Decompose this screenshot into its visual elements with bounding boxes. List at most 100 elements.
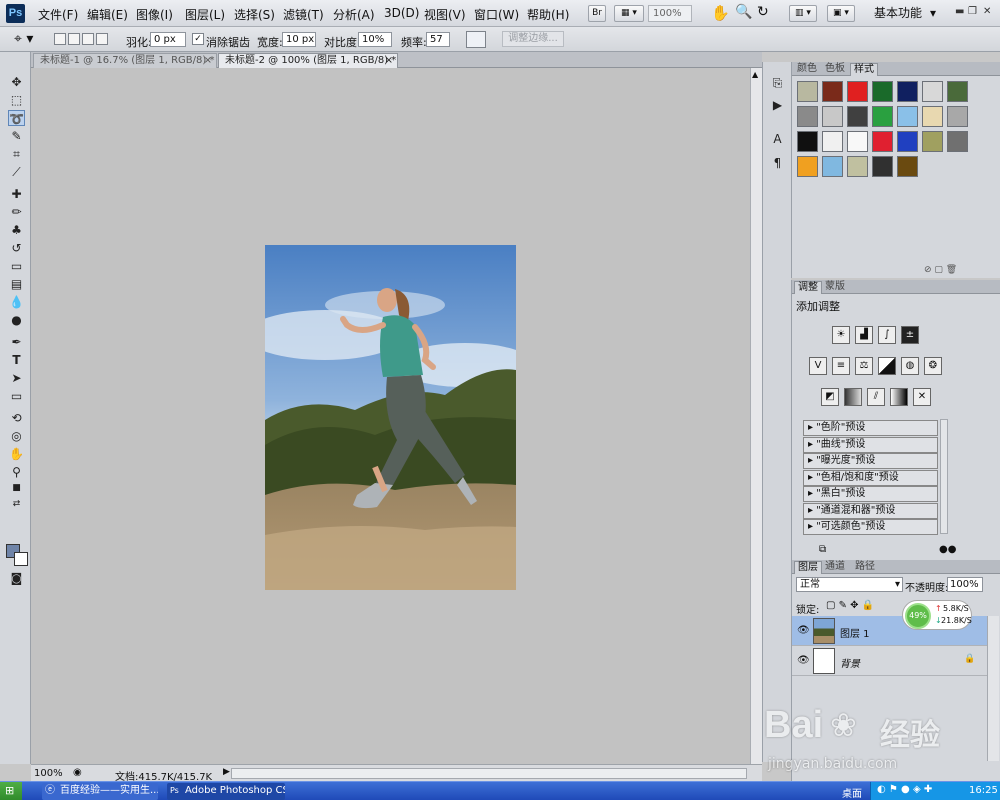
type-tool-icon[interactable]: T	[8, 352, 25, 368]
zoom-readout[interactable]: 100%	[34, 768, 63, 779]
rectangle-tool-icon[interactable]: ▭	[8, 388, 25, 404]
menu-filter[interactable]: 滤镜(T)	[283, 6, 324, 23]
taskbar-item-browser[interactable]: ⓔ 百度经验——实用生...	[42, 783, 158, 800]
opacity-input[interactable]: 100%	[947, 577, 983, 592]
lock-icons[interactable]: ▢ ✎ ✥ 🔒	[826, 600, 874, 611]
tab-document-2[interactable]: 未标题-2 @ 100% (图层 1, RGB/8) * ×	[218, 53, 398, 68]
horizontal-scrollbar[interactable]	[231, 768, 747, 779]
character-icon[interactable]: A	[771, 132, 784, 146]
tab-masks[interactable]: 蒙版	[822, 281, 848, 294]
menu-window[interactable]: 窗口(W)	[474, 6, 519, 23]
invert-icon[interactable]: ◩	[821, 388, 839, 406]
tab-layers[interactable]: 图层	[794, 561, 822, 574]
gradient-map-icon[interactable]	[890, 388, 908, 406]
tab-channels[interactable]: 通道	[822, 561, 848, 574]
hue-saturation-icon[interactable]: ≡	[832, 357, 850, 375]
screen-mode-button[interactable]: ▣ ▾	[827, 5, 855, 22]
swap-colors-icon[interactable]: ■ ⇄	[8, 480, 25, 509]
play-icon[interactable]: ▶	[223, 767, 230, 777]
quick-selection-icon[interactable]: ✎	[8, 128, 25, 144]
layer-row-2[interactable]: 👁 背景 🔒	[792, 646, 987, 676]
preset-item[interactable]: ▸ "色阶"预设	[803, 420, 938, 436]
style-swatch[interactable]	[872, 81, 893, 102]
preset-item[interactable]: ▸ "色相/饱和度"预设	[803, 469, 938, 486]
tray-icons[interactable]: ◐ ⚑ ● ◈ ✚	[877, 784, 932, 795]
minimize-icon[interactable]: ▬	[955, 6, 964, 17]
feather-input[interactable]: 0 px	[150, 32, 186, 47]
color-balance-icon[interactable]: ⚖	[855, 357, 873, 375]
eyedropper-tool-icon[interactable]: ⟋	[8, 164, 25, 180]
eraser-tool-icon[interactable]: ▭	[8, 258, 25, 274]
style-swatch[interactable]	[847, 81, 868, 102]
style-swatch[interactable]	[897, 106, 918, 127]
3d-orbit-icon[interactable]: ◎	[8, 428, 25, 444]
style-swatch[interactable]	[947, 131, 968, 152]
style-swatch[interactable]	[797, 131, 818, 152]
clip-icon[interactable]: ⧉	[819, 544, 826, 555]
layer-name[interactable]: 图层 1	[840, 625, 870, 640]
actions-icon[interactable]: ▶	[771, 98, 784, 112]
brightness-icon[interactable]: ☀	[832, 326, 850, 344]
tab-swatches[interactable]: 色板	[822, 63, 848, 76]
levels-icon[interactable]: ▟	[855, 326, 873, 344]
eye-icon[interactable]: 👁	[797, 655, 810, 667]
layer-name[interactable]: 背景	[840, 655, 860, 670]
subtract-selection-icon[interactable]	[82, 33, 94, 45]
zoom-level-select[interactable]: 100%	[648, 5, 692, 22]
tab-document-1[interactable]: 未标题-1 @ 16.7% (图层 1, RGB/8) * ×	[33, 53, 217, 68]
blend-mode-select[interactable]: 正常 ▾	[796, 577, 903, 592]
restore-icon[interactable]: ❐	[968, 6, 977, 17]
add-selection-icon[interactable]	[68, 33, 80, 45]
style-swatch[interactable]	[922, 131, 943, 152]
start-button[interactable]: ⊞	[0, 782, 22, 800]
antialias-checkbox[interactable]: ✓	[192, 33, 204, 45]
preset-item[interactable]: ▸ "曲线"预设	[803, 436, 938, 453]
close-icon[interactable]: ×	[385, 54, 393, 68]
preset-item[interactable]: ▸ "黑白"预设	[803, 486, 938, 502]
menu-layer[interactable]: 图层(L)	[185, 6, 225, 23]
bridge-button[interactable]: Br	[588, 5, 606, 22]
style-swatch[interactable]	[797, 81, 818, 102]
menu-analysis[interactable]: 分析(A)	[333, 6, 375, 23]
crop-tool-icon[interactable]: ⌗	[8, 146, 25, 162]
brush-tool-icon[interactable]: ✏	[8, 204, 25, 220]
menu-select[interactable]: 选择(S)	[234, 6, 275, 23]
intersect-selection-icon[interactable]	[96, 33, 108, 45]
exposure-icon[interactable]: ±	[901, 326, 919, 344]
hand-tool-icon[interactable]: ✋	[8, 446, 25, 462]
style-swatch[interactable]	[872, 106, 893, 127]
contrast-input[interactable]: 10%	[358, 32, 392, 47]
refine-edge-button[interactable]: 调整边缘...	[502, 31, 564, 47]
style-swatch[interactable]	[822, 81, 843, 102]
eye-icon[interactable]: 👁	[797, 625, 810, 637]
menu-edit[interactable]: 编辑(E)	[87, 6, 128, 23]
threshold-icon[interactable]: ⫽	[867, 388, 885, 406]
style-swatch[interactable]	[847, 156, 868, 177]
preset-item[interactable]: ▸ "曝光度"预设	[803, 453, 938, 469]
menu-image[interactable]: 图像(I)	[136, 6, 173, 23]
history-icon[interactable]: ⎘	[771, 76, 784, 91]
curves-icon[interactable]: ∫	[878, 326, 896, 344]
move-tool-icon[interactable]: ✥	[8, 74, 25, 90]
width-input[interactable]: 10 px	[282, 32, 316, 47]
frequency-input[interactable]: 57	[426, 32, 450, 47]
style-swatch[interactable]	[897, 131, 918, 152]
style-swatch[interactable]	[922, 106, 943, 127]
vertical-scrollbar[interactable]: ▲	[750, 68, 762, 764]
preset-item[interactable]: ▸ "通道混和器"预设	[803, 502, 938, 519]
background-color-swatch[interactable]	[14, 552, 28, 566]
close-icon[interactable]: ✕	[983, 6, 991, 17]
style-swatch[interactable]	[947, 106, 968, 127]
quick-mask-icon[interactable]: ◙	[8, 570, 25, 586]
style-swatch[interactable]	[872, 131, 893, 152]
network-speed-widget[interactable]: 49% ↑ 5.8K/S ↓ 21.8K/S	[902, 600, 972, 630]
zoom-tool-icon[interactable]: ⚲	[8, 464, 25, 480]
menu-help[interactable]: 帮助(H)	[527, 6, 569, 23]
tab-adjustments[interactable]: 调整	[794, 281, 822, 294]
tab-styles[interactable]: 样式	[850, 63, 878, 76]
style-swatch[interactable]	[847, 106, 868, 127]
style-swatch[interactable]	[822, 106, 843, 127]
adjustment-options-icon[interactable]: ●●	[939, 544, 956, 555]
hand-tool-icon[interactable]: ✋	[711, 4, 730, 22]
tab-paths[interactable]: 路径	[852, 561, 878, 574]
